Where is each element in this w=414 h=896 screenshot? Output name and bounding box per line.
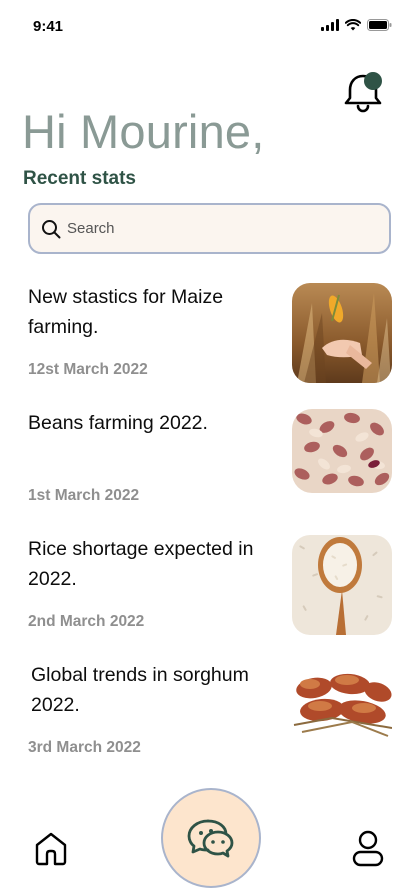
nav-home-button[interactable] [33, 830, 69, 866]
news-date: 3rd March 2022 [28, 739, 141, 756]
greeting-title: Hi Mourine, [22, 105, 265, 158]
notification-badge [364, 72, 382, 90]
nav-chat-button[interactable] [161, 788, 261, 888]
signal-icon [321, 19, 339, 31]
news-date: 1st March 2022 [28, 487, 140, 504]
battery-icon [367, 19, 392, 31]
search-input[interactable] [67, 220, 347, 237]
news-title: New stastics for Maize farming. [28, 286, 224, 338]
status-bar: 9:41 [0, 0, 414, 50]
news-item-rice[interactable]: Rice shortage expected in 2022. 2nd Marc… [0, 534, 414, 644]
home-icon [35, 832, 67, 866]
news-item-sorghum[interactable]: Global trends in sorghum 2022. 3rd March… [0, 660, 414, 770]
search-icon [42, 219, 61, 238]
news-item-beans[interactable]: Beans farming 2022. 1st March 2022 [0, 408, 414, 518]
news-title: Global trends in sorghum 2022. [31, 664, 249, 716]
news-date: 2nd March 2022 [28, 613, 145, 630]
rice-photo [292, 535, 392, 635]
sorghum-photo [292, 670, 392, 746]
chat-icon [187, 819, 234, 858]
status-time: 9:41 [33, 18, 64, 35]
maize-photo [292, 283, 392, 383]
status-icons [321, 19, 392, 31]
news-title: Rice shortage expected in 2022. [28, 538, 254, 590]
section-title: Recent stats [23, 168, 136, 189]
beans-photo [292, 409, 392, 493]
wifi-icon [345, 19, 361, 31]
profile-icon [352, 830, 384, 867]
nav-profile-button[interactable] [351, 830, 385, 868]
news-title: Beans farming 2022. [28, 412, 208, 434]
bottom-nav [0, 786, 414, 896]
search-bar[interactable] [28, 203, 391, 254]
news-item-maize[interactable]: New stastics for Maize farming. 12st Mar… [0, 282, 414, 392]
news-date: 12st March 2022 [28, 361, 148, 378]
